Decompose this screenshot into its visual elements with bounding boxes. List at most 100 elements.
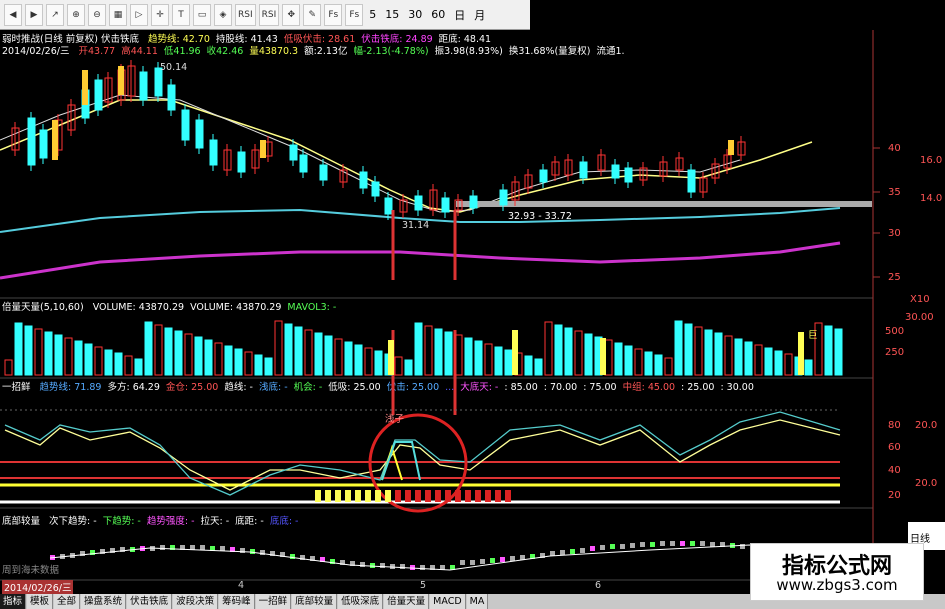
price-tick-35: 35 — [888, 187, 901, 198]
volume-bar-14 — [144, 321, 153, 376]
volume-bar-17 — [174, 330, 183, 376]
volume-bar-75 — [754, 344, 763, 376]
volume-bar-26 — [264, 357, 273, 376]
volume-bar-5 — [54, 334, 63, 376]
signal-bar-14 — [455, 490, 461, 502]
volume-bar-yellow-2 — [600, 338, 606, 375]
volume-bar-77 — [774, 350, 783, 376]
timeline-date: 2014/02/26/三 — [2, 580, 74, 594]
volume-bar-82 — [824, 325, 833, 376]
bottom-dot-31 — [360, 562, 365, 567]
tab-4[interactable]: 伏击铁底 — [127, 594, 173, 609]
volume-bar-48 — [484, 343, 493, 376]
candle-46 — [687, 169, 696, 193]
volume-bar-69 — [694, 326, 703, 376]
candle-13 — [181, 109, 190, 141]
volume-bar-35 — [354, 344, 363, 376]
tab-10[interactable]: 倍量天量 — [384, 594, 430, 609]
volume-bar-58 — [584, 333, 593, 376]
volume-bar-34 — [344, 341, 353, 376]
signal-bar-18 — [495, 490, 501, 502]
tab-6[interactable]: 筹码峰 — [219, 594, 255, 609]
volume-bar-32 — [324, 335, 333, 376]
tab-3[interactable]: 操盘系统 — [81, 594, 127, 609]
volume-bar-12 — [124, 355, 133, 376]
tab-2[interactable]: 全部 — [54, 594, 81, 609]
volume-bar-50 — [504, 349, 513, 376]
volume-bar-52 — [524, 355, 533, 376]
volume-bar-54 — [544, 321, 553, 376]
volume-bar-41 — [414, 322, 423, 376]
vol-tick-250: 250 — [885, 347, 905, 358]
tab-0[interactable]: 指标 — [0, 594, 27, 609]
volume-bar-49 — [494, 346, 503, 376]
signal-bar-4 — [355, 490, 361, 502]
ind-curve-cyan — [4, 411, 841, 496]
ind-tick-20: 20 — [888, 490, 901, 501]
bottom-dot-15 — [200, 545, 205, 550]
low-annotation: 31.14 — [402, 220, 430, 231]
candle-32 — [469, 195, 478, 209]
chart-canvas[interactable] — [0, 0, 945, 609]
signal-bar-9 — [405, 490, 411, 502]
bottom-dot-59 — [640, 542, 645, 547]
bottom-dot-41 — [460, 560, 465, 565]
support-band — [456, 201, 872, 207]
volume-bar-6 — [64, 337, 73, 376]
volume-bar-71 — [714, 332, 723, 376]
volume-bar-13 — [134, 358, 143, 376]
volume-badge: 巨 — [808, 330, 818, 341]
volume-bar-44 — [444, 331, 453, 376]
tab-1[interactable]: 模板 — [27, 594, 54, 609]
signal-bar-12 — [435, 490, 441, 502]
vol-tick-500: 500 — [885, 326, 905, 337]
volume-bar-yellow-0 — [388, 340, 394, 375]
volume-bar-72 — [724, 335, 733, 376]
volume-bar-42 — [424, 325, 433, 376]
volume-bar-2 — [24, 325, 33, 376]
tab-11[interactable]: MACD — [430, 594, 466, 609]
signal-bar-17 — [485, 490, 491, 502]
bottom-dot-63 — [680, 541, 685, 546]
volume-bar-0 — [4, 359, 13, 376]
candle-25 — [371, 181, 380, 197]
bottom-dot-61 — [660, 541, 665, 546]
volume-bar-36 — [364, 347, 373, 376]
bottom-dot-11 — [160, 545, 165, 550]
volume-bar-46 — [464, 337, 473, 376]
tab-8[interactable]: 底部较量 — [292, 594, 338, 609]
candle-22 — [319, 164, 328, 181]
volume-bar-29 — [294, 326, 303, 376]
bottom-dot-45 — [500, 557, 505, 562]
volume-bar-21 — [214, 342, 223, 376]
candle-42 — [624, 167, 633, 183]
volume-bar-27 — [274, 320, 283, 376]
ind-right-1: 20.0 — [915, 420, 938, 431]
volume-bar-78 — [784, 353, 793, 376]
tab-5[interactable]: 波段决策 — [173, 594, 219, 609]
volume-bar-11 — [114, 352, 123, 376]
right-tick-16: 16.0 — [920, 155, 943, 166]
timeline-mark-5: 5 — [420, 580, 427, 591]
volume-bar-10 — [104, 349, 113, 376]
tab-9[interactable]: 低吸深底 — [338, 594, 384, 609]
volume-bar-40 — [404, 359, 413, 376]
candle-41 — [611, 164, 620, 179]
candle-1 — [27, 117, 36, 166]
volume-bar-57 — [574, 330, 583, 376]
bottom-dot-36 — [410, 565, 415, 570]
bottom-dot-54 — [590, 546, 595, 551]
tab-12[interactable]: MA — [466, 594, 489, 609]
signal-bar-5 — [365, 490, 371, 502]
candle-14 — [195, 119, 204, 149]
signal-bar-2 — [335, 490, 341, 502]
bottom-dot-55 — [600, 545, 605, 550]
timeline-mark-6: 6 — [595, 580, 602, 591]
tab-7[interactable]: 一招鲜 — [255, 594, 292, 609]
candle-yellow-1 — [82, 70, 88, 105]
volume-bar-4 — [44, 331, 53, 376]
volume-bar-67 — [674, 320, 683, 376]
volume-bar-33 — [334, 338, 343, 376]
candle-30 — [441, 197, 450, 213]
signal-bar-3 — [345, 490, 351, 502]
